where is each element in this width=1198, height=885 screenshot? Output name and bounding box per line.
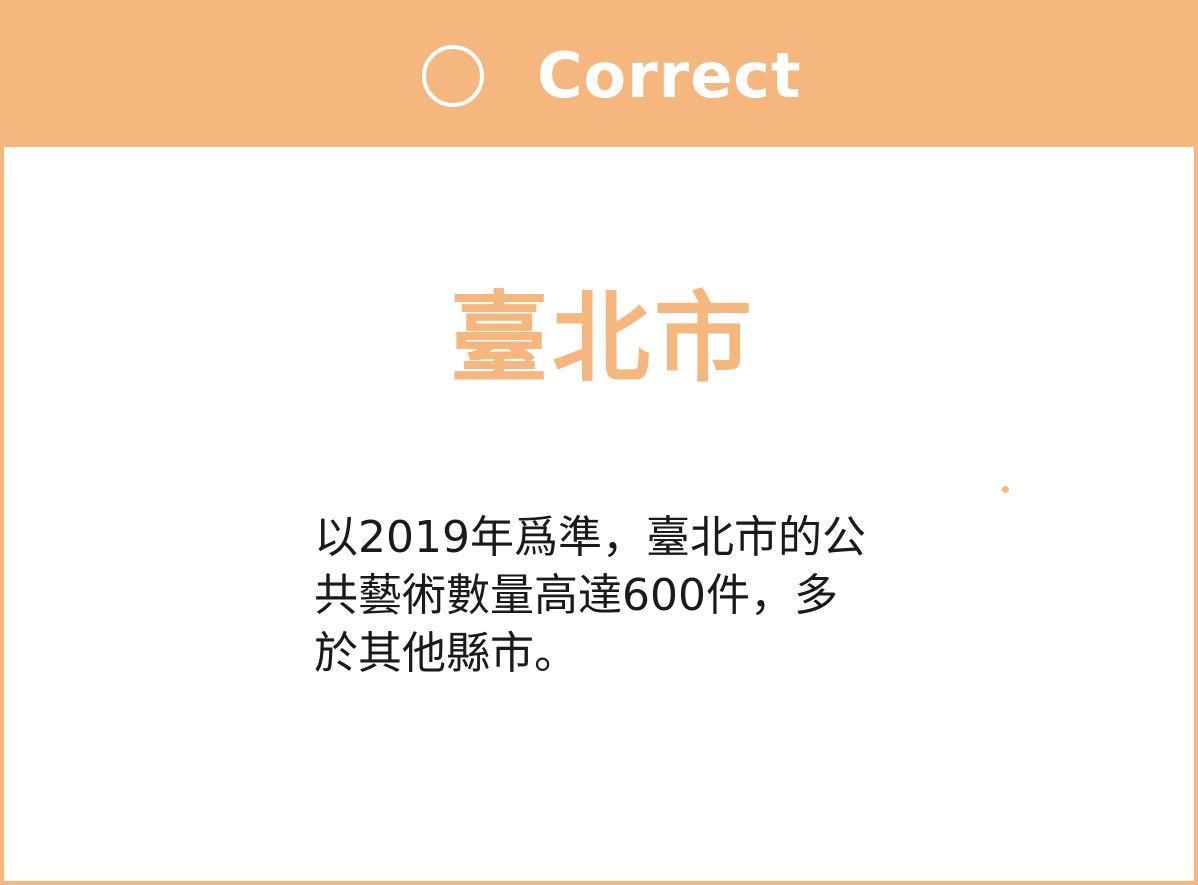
circle-icon (422, 45, 484, 107)
explanation-line: 於其他縣市。 (314, 628, 578, 679)
result-card: Correct 臺北市 以2019年爲準，臺北市的公 共藝術數量高達600件，多… (0, 0, 1198, 885)
answer-title: 臺北市 (449, 282, 756, 396)
result-status-label: Correct (537, 39, 802, 112)
decorative-dot (1002, 486, 1009, 493)
answer-explanation: 以2019年爲準，臺北市的公 共藝術數量高達600件，多 於其他縣市。 (314, 509, 924, 683)
result-header: Correct (4, 4, 1198, 147)
explanation-line: 共藝術數量高達600件，多 (314, 570, 838, 621)
explanation-line: 以2019年爲準，臺北市的公 (314, 512, 866, 563)
